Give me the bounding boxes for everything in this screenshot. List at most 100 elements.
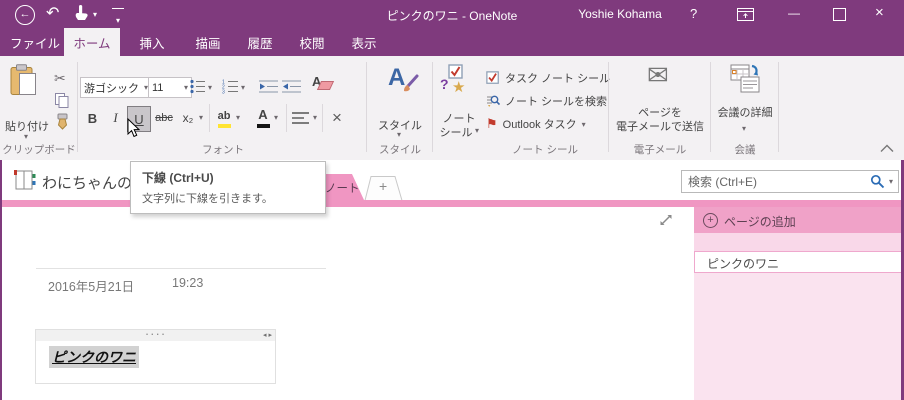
tab-file[interactable]: ファイル [8,28,62,56]
strikethrough-button[interactable]: abc [151,106,177,130]
font-color-letter: A [258,107,268,122]
envelope-icon: ✉ [647,60,669,90]
tab-home[interactable]: ホーム [64,28,120,56]
resize-arrows-icon[interactable]: ◂ ▸ [263,331,272,339]
help-icon[interactable]: ? [690,6,697,21]
touch-mode-caret-icon[interactable]: ▾ [93,10,97,19]
delete-icon[interactable]: × [327,106,347,130]
page-date[interactable]: 2016年5月21日 [48,276,134,295]
account-name[interactable]: Yoshie Kohama [572,7,668,21]
maximize-button[interactable] [833,8,846,21]
highlight-caret-icon[interactable]: ▾ [236,113,240,122]
font-color-caret-icon[interactable]: ▾ [274,113,278,122]
tab-history[interactable]: 履歴 [234,28,286,56]
paste-caret-icon[interactable]: ▾ [24,132,28,141]
group-label-font: フォント [202,144,244,156]
star-icon: ★ [452,79,466,96]
add-page-icon: + [703,213,718,228]
section-tab-label: ノート [325,183,360,195]
title-bar: ← ↶ ▾ ▾ ピンクのワニ - OneNote Yoshie Kohama ?… [0,0,904,28]
add-page-header[interactable]: + ページの追加 [694,207,904,233]
tooltip-underline: 下線 (Ctrl+U) 文字列に下線を引きます。 [130,161,326,214]
task-tag-label: タスク ノート シール [505,73,611,85]
group-divider [432,62,433,152]
task-tag-button[interactable]: タスク ノート シール [486,70,610,86]
styles-caret-icon: ▾ [397,130,402,139]
small-divider [286,104,287,132]
tab-draw[interactable]: 描画 [182,28,234,56]
subscript-caret-icon[interactable]: ▾ [199,113,203,122]
drag-handle-dots-icon[interactable]: ···· [36,327,275,340]
flag-icon: ⚑ [486,116,498,131]
notebook-icon[interactable] [13,169,37,196]
page-list-item[interactable]: ピンクのワニ [694,251,904,273]
meeting-details-button[interactable]: 会議の詳細 ▾ [716,62,774,140]
collapse-ribbon-icon[interactable] [880,140,894,158]
mouse-cursor [127,117,141,143]
note-text[interactable]: ピンクのワニ [49,346,139,368]
note-container-handle[interactable]: ···· ◂ ▸ [36,327,275,341]
note-tags-button[interactable]: ? ★ ノート シール ▾ [436,62,482,140]
cut-icon[interactable]: ✂ [54,70,66,87]
window-title: ピンクのワニ - OneNote [386,9,518,23]
font-size-combo[interactable]: 11 ▾ [148,77,192,98]
outlook-tasks-button[interactable]: ⚑ Outlook タスク ▾ [486,116,586,132]
meeting-details-label: 会議の詳細 [717,107,773,119]
paragraph-alignment-icon[interactable] [292,111,310,130]
note-tags-caret-icon: ▾ [475,126,480,135]
font-name-combo[interactable]: 游ゴシック ▾ [80,77,152,98]
styles-button[interactable]: A スタイル ▾ [372,62,428,140]
font-color-bar [256,124,270,128]
subscript-button[interactable]: x₂ [178,106,198,130]
search-icon[interactable] [870,174,885,189]
full-page-view-icon[interactable] [658,212,674,233]
numbered-list-icon[interactable]: 123 [222,79,239,99]
copy-icon[interactable] [55,93,69,113]
group-divider [710,62,711,152]
page-list-spacer [694,233,904,251]
touch-mode-icon[interactable] [74,4,89,27]
search-tag-icon [487,95,500,107]
alignment-caret-icon[interactable]: ▾ [313,113,317,122]
group-label-tags: ノート シール [512,144,578,156]
qat-customize-icon[interactable]: ▾ [112,8,124,28]
back-icon[interactable]: ← [15,5,35,25]
increase-indent-icon[interactable] [282,79,301,99]
tooltip-description: 文字列に下線を引きます。 [142,193,273,205]
window-edge-left [0,160,2,400]
outlook-tasks-caret-icon: ▾ [581,119,586,129]
tab-insert[interactable]: 挿入 [126,28,178,56]
find-tags-button[interactable]: ノート シールを検索 [486,93,607,109]
decrease-indent-icon[interactable] [259,79,278,99]
font-size-caret-icon[interactable]: ▾ [184,83,188,92]
italic-button[interactable]: I [105,106,126,130]
page-list-panel[interactable] [694,273,904,400]
ribbon-display-options-icon[interactable] [737,8,754,26]
paste-icon[interactable] [10,64,40,103]
onenote-window: ← ↶ ▾ ▾ ピンクのワニ - OneNote Yoshie Kohama ?… [0,0,904,400]
close-button[interactable]: × [875,4,884,21]
notebook-name[interactable]: わにちゃんの [42,172,132,193]
tab-review[interactable]: 校閲 [286,28,338,56]
tab-view[interactable]: 表示 [338,28,390,56]
highlight-button[interactable]: ab [214,106,234,130]
minimize-button[interactable]: — [785,4,803,22]
bullet-list-icon[interactable] [190,79,206,99]
bold-button[interactable]: B [82,106,103,130]
add-page-label: ページの追加 [724,215,796,229]
numbered-list-caret-icon[interactable]: ▾ [241,83,245,92]
group-divider [77,62,78,152]
bullet-list-caret-icon[interactable]: ▾ [208,83,212,92]
font-color-button[interactable]: A [253,106,273,130]
note-tags-label-2: シール [439,127,473,139]
clear-formatting-icon[interactable]: A [312,74,335,94]
svg-text:3: 3 [222,90,225,95]
search-scope-caret-icon[interactable]: ▾ [889,177,893,186]
tooltip-title: 下線 (Ctrl+U) [142,171,214,185]
page-time[interactable]: 19:23 [172,276,203,290]
search-input[interactable] [682,174,870,189]
undo-icon[interactable]: ↶ [46,3,59,23]
email-page-button[interactable]: ✉ ページを 電子メールで送信 [612,60,708,140]
format-painter-icon[interactable] [55,113,70,135]
note-container[interactable]: ···· ◂ ▸ ピンクのワニ [35,327,276,384]
